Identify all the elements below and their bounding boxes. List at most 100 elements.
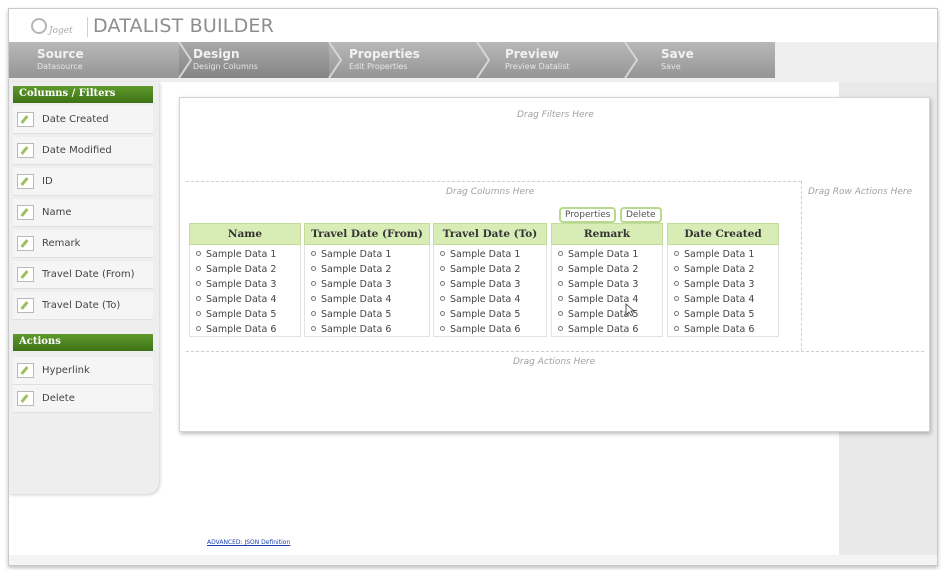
list-item: Sample Data 4 (552, 292, 662, 307)
list-item: Sample Data 2 (552, 262, 662, 277)
palette-item-hyperlink[interactable]: Hyperlink (13, 357, 153, 385)
cell-text: Sample Data 3 (450, 279, 521, 290)
bullet-icon (196, 251, 201, 256)
header-divider (87, 17, 88, 37)
list-item: Sample Data 5 (552, 307, 662, 322)
bullet-icon (674, 296, 679, 301)
cell-text: Sample Data 1 (684, 249, 755, 260)
column-name[interactable]: Name Sample Data 1 Sample Data 2 Sample … (189, 223, 301, 338)
bullet-icon (440, 296, 445, 301)
column-remark[interactable]: Remark Sample Data 1 Sample Data 2 Sampl… (551, 223, 663, 338)
column-delete-button[interactable]: Delete (620, 207, 662, 223)
cell-text: Sample Data 4 (321, 294, 392, 305)
column-header[interactable]: Name (189, 223, 301, 245)
bullet-icon (674, 326, 679, 331)
palette-item-label: ID (42, 176, 53, 187)
palette-item-label: Delete (42, 393, 75, 404)
column-properties-button[interactable]: Properties (559, 207, 617, 223)
pointer-cursor-icon (625, 303, 635, 317)
palette-item-travel-date-from[interactable]: Travel Date (From) (13, 261, 153, 289)
cell-text: Sample Data 5 (206, 309, 277, 320)
bullet-icon (558, 311, 563, 316)
cell-text: Sample Data 6 (206, 324, 277, 335)
bullet-icon (311, 251, 316, 256)
cell-text: Sample Data 6 (684, 324, 755, 335)
list-item: Sample Data 4 (434, 292, 546, 307)
list-item: Sample Data 2 (190, 262, 300, 277)
cell-text: Sample Data 1 (206, 249, 277, 260)
step-arrows (178, 42, 639, 78)
edit-icon (17, 391, 34, 406)
bullet-icon (558, 251, 563, 256)
column-body: Sample Data 1 Sample Data 2 Sample Data … (551, 245, 663, 337)
palette-item-label: Name (42, 207, 72, 218)
palette-item-delete[interactable]: Delete (13, 385, 153, 413)
palette-item-date-modified[interactable]: Date Modified (13, 137, 153, 165)
logo-text: Joget (49, 26, 73, 36)
list-item: Sample Data 2 (668, 262, 778, 277)
app-window: Joget DATALIST BUILDER Source Datasource… (8, 8, 938, 566)
palette-item-date-created[interactable]: Date Created (13, 106, 153, 134)
list-item: Sample Data 6 (552, 322, 662, 337)
logo-icon (31, 18, 47, 34)
bullet-icon (196, 311, 201, 316)
palette-item-travel-date-to[interactable]: Travel Date (To) (13, 292, 153, 320)
filters-drop-zone[interactable]: Drag Filters Here (517, 110, 594, 120)
column-header[interactable]: Travel Date (From) (304, 223, 430, 245)
column-date-created[interactable]: Date Created Sample Data 1 Sample Data 2… (667, 223, 779, 338)
list-item: Sample Data 1 (668, 247, 778, 262)
bullet-icon (674, 311, 679, 316)
bullet-icon (196, 326, 201, 331)
list-item: Sample Data 3 (305, 277, 429, 292)
palette-item-label: Travel Date (To) (42, 300, 121, 311)
column-body: Sample Data 1 Sample Data 2 Sample Data … (189, 245, 301, 337)
column-body: Sample Data 1 Sample Data 2 Sample Data … (667, 245, 779, 337)
edit-icon (17, 205, 34, 220)
bullet-icon (558, 266, 563, 271)
column-header[interactable]: Travel Date (To) (433, 223, 547, 245)
edit-icon (17, 267, 34, 282)
palette-item-label: Date Modified (42, 145, 112, 156)
list-item: Sample Data 4 (668, 292, 778, 307)
bullet-icon (674, 251, 679, 256)
palette-item-id[interactable]: ID (13, 168, 153, 196)
bullet-icon (196, 266, 201, 271)
columns-filters-heading: Columns / Filters (13, 86, 153, 103)
palette-item-remark[interactable]: Remark (13, 230, 153, 258)
step-navigation: Source Datasource Design Design Columns … (9, 42, 937, 82)
bullet-icon (558, 281, 563, 286)
cell-text: Sample Data 5 (684, 309, 755, 320)
bullet-icon (440, 251, 445, 256)
list-item: Sample Data 2 (434, 262, 546, 277)
app-title: DATALIST BUILDER (93, 15, 275, 37)
list-item: Sample Data 1 (305, 247, 429, 262)
cell-text: Sample Data 3 (568, 279, 639, 290)
actions-drop-zone[interactable]: Drag Actions Here (513, 357, 595, 367)
divider (186, 351, 924, 352)
palette-item-name[interactable]: Name (13, 199, 153, 227)
cell-text: Sample Data 6 (450, 324, 521, 335)
list-item: Sample Data 3 (434, 277, 546, 292)
list-item: Sample Data 3 (668, 277, 778, 292)
list-item: Sample Data 1 (434, 247, 546, 262)
column-travel-date-to[interactable]: Travel Date (To) Sample Data 1 Sample Da… (433, 223, 547, 338)
list-item: Sample Data 6 (668, 322, 778, 337)
columns-drop-zone[interactable]: Drag Columns Here (446, 187, 534, 197)
cell-text: Sample Data 2 (568, 264, 639, 275)
edit-icon (17, 236, 34, 251)
bullet-icon (196, 296, 201, 301)
column-header[interactable]: Date Created (667, 223, 779, 245)
bullet-icon (311, 326, 316, 331)
cell-text: Sample Data 2 (321, 264, 392, 275)
column-header[interactable]: Remark (551, 223, 663, 245)
list-item: Sample Data 6 (434, 322, 546, 337)
row-actions-drop-zone[interactable]: Drag Row Actions Here (808, 187, 912, 197)
divider (801, 181, 802, 351)
column-travel-date-from[interactable]: Travel Date (From) Sample Data 1 Sample … (304, 223, 430, 338)
column-body: Sample Data 1 Sample Data 2 Sample Data … (433, 245, 547, 337)
advanced-json-link[interactable]: ADVANCED: JSON Definition (207, 539, 290, 546)
bullet-icon (440, 266, 445, 271)
cell-text: Sample Data 6 (568, 324, 639, 335)
list-item: Sample Data 5 (305, 307, 429, 322)
list-item: Sample Data 1 (190, 247, 300, 262)
